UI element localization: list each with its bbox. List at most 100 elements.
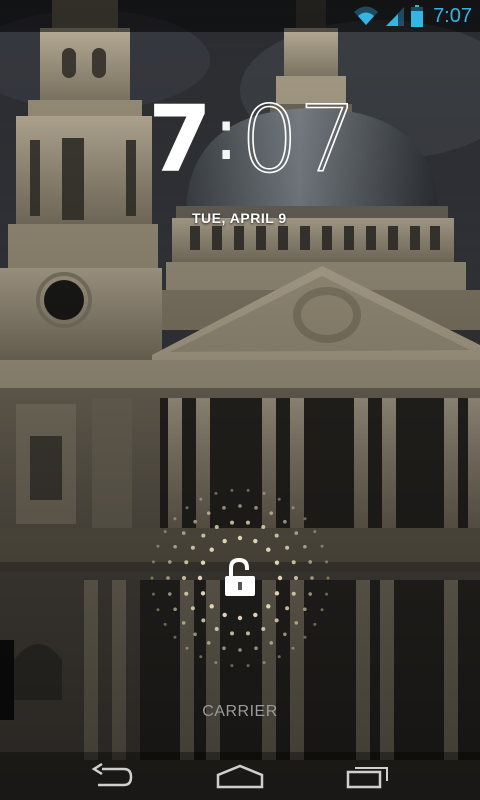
unlock-ring-dot — [222, 646, 226, 650]
unlock-ring-dot — [190, 606, 195, 611]
battery-icon — [411, 5, 424, 27]
unlock-ring-dot — [222, 506, 226, 510]
unlock-ring-dot — [261, 525, 266, 530]
unlock-ring-dot — [254, 646, 258, 650]
unlock-ring-dot — [151, 592, 155, 596]
unlock-ring-dot — [326, 576, 330, 580]
unlock-ring-dot — [285, 545, 290, 550]
navigation-bar — [0, 752, 480, 800]
unlock-ring-dot — [277, 655, 281, 659]
unlock-ring-dot — [274, 591, 280, 596]
unlock-ring-dot — [200, 560, 206, 565]
unlock-ring-dot — [308, 592, 312, 596]
unlock-ring-dot — [303, 544, 307, 549]
unlock-ring-dot — [199, 655, 203, 659]
unlock-ring-dot — [313, 622, 317, 626]
unlock-ring-dot — [254, 506, 258, 510]
lockscreen-date: TUE, APRIL 9 — [192, 210, 287, 226]
unlock-ring-dot — [294, 576, 298, 580]
unlock-ring-dot — [294, 531, 299, 535]
unlock-ring-dot — [230, 664, 234, 668]
unlock-ring-dot — [291, 591, 296, 596]
clock-hour: 7 — [148, 86, 213, 193]
unlock-ring-dot — [283, 519, 287, 524]
unlock-ring-dot — [320, 608, 324, 612]
unlock-ring-dot — [246, 664, 250, 668]
unlock-ring-dot — [320, 544, 324, 548]
unlock-ring-dot — [274, 533, 279, 538]
home-button[interactable] — [200, 758, 280, 794]
unlock-ring-dot — [325, 592, 329, 596]
unlock-ring-dot — [163, 622, 167, 626]
unlock-ring-dot — [163, 530, 167, 534]
unlock-ring-dot — [214, 626, 219, 631]
unlock-ring-dot — [168, 592, 172, 596]
unlock-ring-dot — [253, 612, 258, 618]
unlock-ring-dot — [173, 607, 177, 612]
unlock-ring-dot — [238, 648, 242, 652]
unlock-ring-dot — [199, 497, 203, 501]
unlock-ring-dot — [269, 511, 274, 515]
unlock-ring-dot — [222, 612, 227, 618]
unlock-ring-dot — [238, 504, 242, 508]
back-icon — [91, 763, 133, 787]
unlock-ring-dot — [325, 560, 329, 564]
unlock-ring-dot — [214, 491, 218, 495]
unlock-ring-dot — [294, 621, 299, 625]
unlock-ring-dot — [237, 535, 243, 541]
unlock-ring-dot — [173, 544, 177, 549]
unlock-ring-dot — [185, 506, 189, 510]
unlock-ring-dot — [181, 531, 186, 535]
unlock-ring-dot — [262, 661, 266, 665]
unlock-ring-dot — [261, 626, 266, 631]
carrier-label: CARRIER — [202, 703, 278, 720]
unlock-ring-dot — [197, 575, 203, 581]
unlock-ring-dot — [246, 488, 250, 492]
unlock-ring-dot — [285, 606, 290, 611]
back-button[interactable] — [72, 758, 152, 794]
unlock-ring-dot — [168, 560, 172, 564]
unlock-ring-dot — [303, 635, 307, 639]
unlock-ring-dot — [184, 591, 189, 596]
unlock-ring-dot — [245, 631, 250, 636]
unlock-ring-dot — [303, 607, 307, 612]
unlock-ring-dot — [201, 618, 206, 623]
unlock-ring-dot — [193, 519, 197, 524]
unlock-ring-dot — [166, 576, 170, 580]
unlock-ring-dot — [156, 544, 160, 548]
unlock-ring-dot — [173, 635, 177, 639]
unlock-ring-dot — [269, 641, 274, 645]
unlock-ring-dot — [262, 491, 266, 495]
unlock-ring-dot — [253, 538, 258, 544]
unlock-button[interactable] — [210, 548, 270, 608]
unlock-ring-dot — [291, 646, 295, 650]
unlock-ring-dot — [206, 511, 211, 515]
unlock-ring-dot — [181, 621, 186, 625]
unlock-ring-dot — [184, 560, 189, 565]
clock-minutes: 07 — [239, 86, 358, 193]
unlock-ring-dot — [182, 576, 186, 580]
unlock-ring-dot — [274, 618, 279, 623]
unlock-ring-dot — [291, 560, 296, 565]
unlock-ring-dot — [237, 615, 243, 621]
unlock-ring-dot — [214, 661, 218, 665]
unlock-ring-dot — [277, 497, 281, 501]
unlock-ring[interactable] — [140, 478, 340, 678]
wifi-icon — [354, 6, 379, 25]
unlock-ring-dot — [274, 560, 280, 565]
status-bar: 7:07 — [0, 0, 480, 32]
unlock-padlock-icon — [225, 558, 255, 596]
home-icon — [216, 764, 264, 789]
unlock-ring-dot — [206, 641, 211, 645]
recent-apps-button[interactable] — [328, 758, 408, 794]
unlock-ring-dot — [303, 517, 307, 521]
unlock-ring-dot — [222, 538, 227, 544]
lockscreen-clock: 7 : 07 — [148, 86, 358, 193]
unlock-ring-dot — [245, 520, 250, 525]
unlock-ring-dot — [230, 488, 234, 492]
recent-apps-icon — [346, 767, 388, 789]
clock-separator: : — [214, 92, 239, 176]
lock-screen: 7:07 7 : 07 TUE, APRIL 9 CARRIER — [0, 0, 480, 800]
unlock-ring-dot — [277, 575, 283, 581]
unlock-ring-dot — [173, 517, 177, 521]
